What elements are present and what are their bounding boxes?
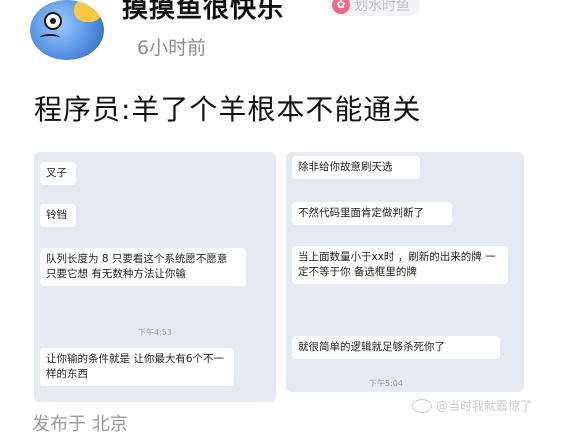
chat-bubble: 除非给你故意刷天选 [292,156,420,179]
chat-screenshot-left[interactable]: 叉子 铃铛 队列长度为 8 只要看这个系统愿不愿意 只要它想 有无数种方法让你输… [34,152,276,402]
chat-time: 下午4:53 [138,328,172,337]
chat-bubble: 队列长度为 8 只要看这个系统愿不愿意 只要它想 有无数种方法让你输 [40,248,246,286]
post-title: 程序员:羊了个羊根本不能通关 [34,93,422,126]
chat-bubble: 让你输的条件就是 让你最大有6个不一样的东西 [40,348,234,386]
user-badge[interactable]: ✿ 划水时鱼 [328,0,420,16]
chat-bubble: 当上面数量小于xx时 ，刷新的出来的牌 一定不等于你 备选框里的牌 [292,246,508,284]
weibo-watermark: @当时我就震惊了 [412,397,532,414]
chat-bubble: 不然代码里面肯定做判断了 [292,202,452,225]
avatar[interactable] [30,0,104,60]
post-timestamp: 6小时前 [137,37,207,59]
avatar-fin [74,0,102,22]
avatar-mouth [40,34,60,42]
avatar-eye [44,12,62,30]
weibo-icon [412,398,432,413]
badge-label: 划水时鱼 [354,0,410,14]
chat-screenshot-right[interactable]: 除非给你故意刷天选 不然代码里面肯定做判断了 当上面数量小于xx时 ，刷新的出来… [286,152,524,392]
octopus-icon: ✿ [332,0,350,14]
chat-bubble: 铃铛 [40,204,76,227]
chat-time: 下午5:04 [369,379,403,388]
watermark-text: @当时我就震惊了 [436,399,533,413]
chat-bubble: 叉子 [40,162,76,185]
post-location: 发布于 北京 [32,414,128,435]
chat-bubble: 就很简单的逻辑就足够杀死你了 [292,336,500,359]
username[interactable]: 摸摸鱼很快乐 [122,0,284,25]
